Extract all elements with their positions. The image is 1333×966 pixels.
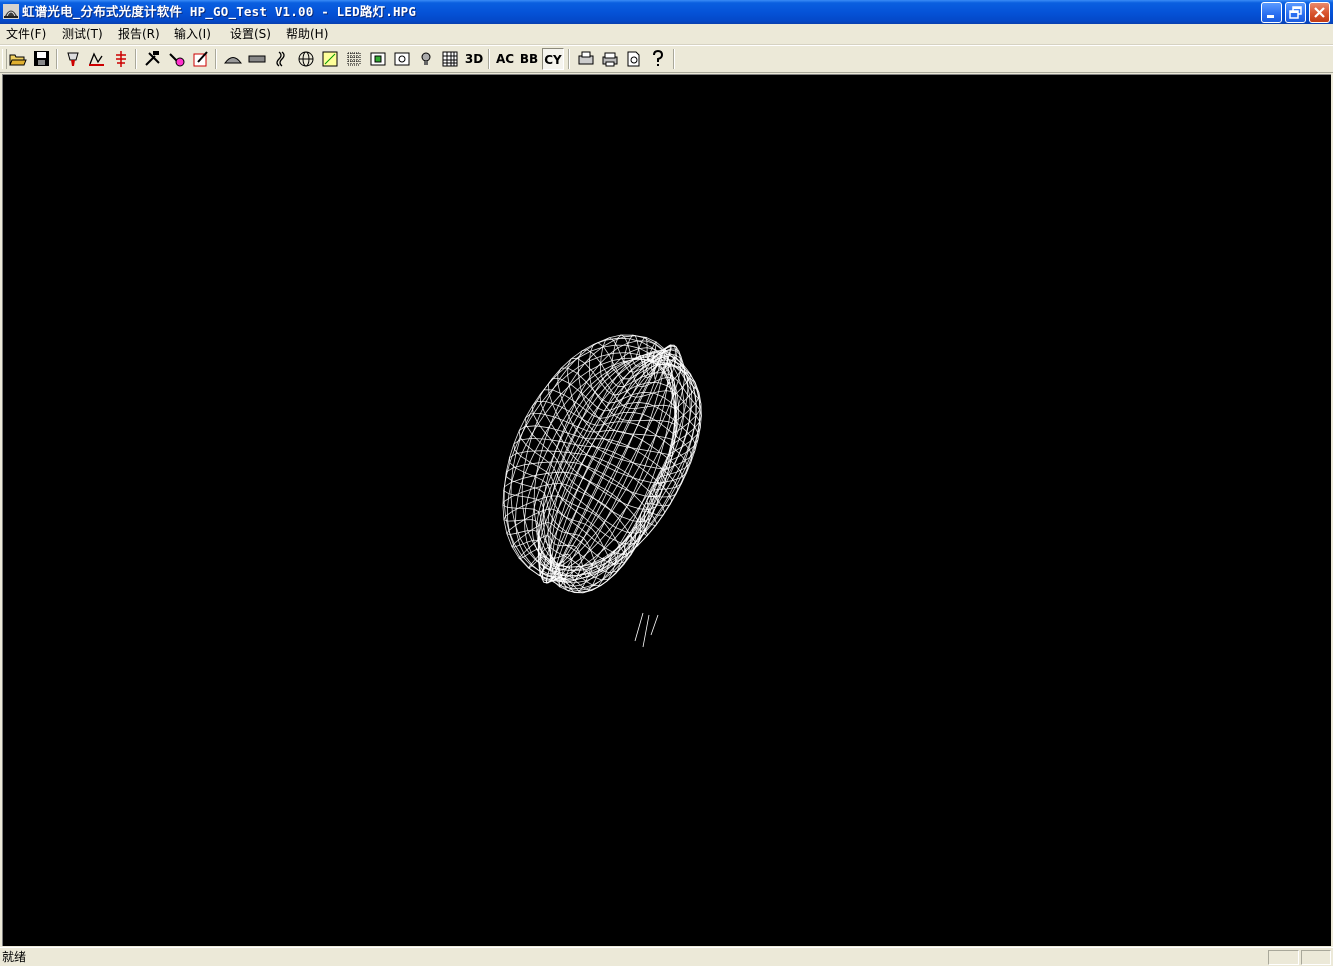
window-title: 虹谱光电_分布式光度计软件 HP_GO_Test V1.00 - LED路灯.H… [22,4,417,19]
view-ac-button[interactable]: AC [494,48,516,70]
light-distribution-wireframe[interactable] [3,75,1330,945]
tools-icon [145,51,160,66]
view-cy-button[interactable]: CY [542,48,564,70]
tools-button[interactable] [142,48,164,70]
help-icon [653,50,664,66]
mesh-line [558,344,678,566]
print-button[interactable] [599,48,621,70]
view-bb-button[interactable]: BB [518,48,540,70]
bulb-button[interactable] [415,48,437,70]
status-text: 就绪 [2,950,27,964]
green-box-icon [370,52,386,66]
menu-file[interactable]: 文件(F) [6,26,46,42]
luminaire-button[interactable] [222,48,244,70]
save-icon [34,51,49,66]
mesh-spike [634,612,644,642]
print-icon [602,52,618,67]
table-icon [442,51,458,67]
open-button[interactable] [7,48,29,70]
edit-report-button[interactable] [190,48,212,70]
close-icon [1314,7,1325,18]
view-ac-label: AC [495,52,515,66]
tube-lamp-button[interactable] [270,48,292,70]
status-pane [1301,950,1331,965]
print-preview-button[interactable] [623,48,645,70]
help-button[interactable] [647,48,669,70]
restore-button[interactable] [1285,2,1306,23]
calibrate-button[interactable] [166,48,188,70]
sensor-icon [116,51,126,67]
view-bb-label: BB [519,52,539,66]
circle-box-icon [394,52,410,66]
menu-settings[interactable]: 设置(S) [230,26,271,42]
title-bar[interactable]: 虹谱光电_分布式光度计软件 HP_GO_Test V1.00 - LED路灯.H… [0,0,1333,24]
edit-report-icon [193,51,208,67]
toolbar: 3D AC BB CY [0,45,1333,73]
flat-lamp-icon [248,55,266,63]
table-button[interactable] [439,48,461,70]
globe-button[interactable] [295,48,317,70]
menu-help[interactable]: 帮助(H) [286,26,328,42]
status-pane [1268,950,1299,965]
isolux-icon [322,51,338,67]
restore-icon [1289,6,1302,19]
calibrate-icon [169,53,185,67]
minimize-button[interactable] [1261,2,1282,23]
isolux-button[interactable] [319,48,341,70]
lamp-test-icon [67,52,79,66]
menu-test[interactable]: 测试(T) [62,26,103,42]
view-3d-button[interactable]: 3D [463,48,485,70]
menu-bar: 文件(F) 测试(T) 报告(R) 输入(I) 设置(S) 帮助(H) [0,24,1333,45]
mesh-line [557,350,666,580]
view-cy-label: CY [544,53,562,67]
mesh-spike [642,614,650,648]
grid-icon [347,52,361,66]
grid-button[interactable] [343,48,365,70]
photometer-app-icon [3,4,19,19]
scan-icon [89,52,104,66]
open-folder-icon [9,54,27,66]
sensor-button[interactable] [110,48,132,70]
luminaire-icon [224,57,242,64]
minimize-icon [1267,15,1274,18]
print-preview-icon [627,51,640,67]
tube-lamp-icon [276,51,285,67]
menu-report[interactable]: 报告(R) [118,26,160,42]
bulb-icon [421,52,431,65]
close-button[interactable] [1309,2,1330,23]
status-bar: 就绪 [0,947,1333,966]
globe-icon [298,51,314,67]
circle-box-button[interactable] [391,48,413,70]
save-button[interactable] [31,48,53,70]
scan-button[interactable] [86,48,108,70]
3d-viewport[interactable] [2,74,1331,946]
green-box-button[interactable] [367,48,389,70]
mesh-spike [650,614,659,636]
flat-lamp-button[interactable] [246,48,268,70]
print-setup-button[interactable] [575,48,597,70]
view-3d-label: 3D [464,52,484,66]
lamp-test-button[interactable] [62,48,84,70]
print-setup-icon [578,51,594,65]
menu-input[interactable]: 输入(I) [174,26,211,42]
